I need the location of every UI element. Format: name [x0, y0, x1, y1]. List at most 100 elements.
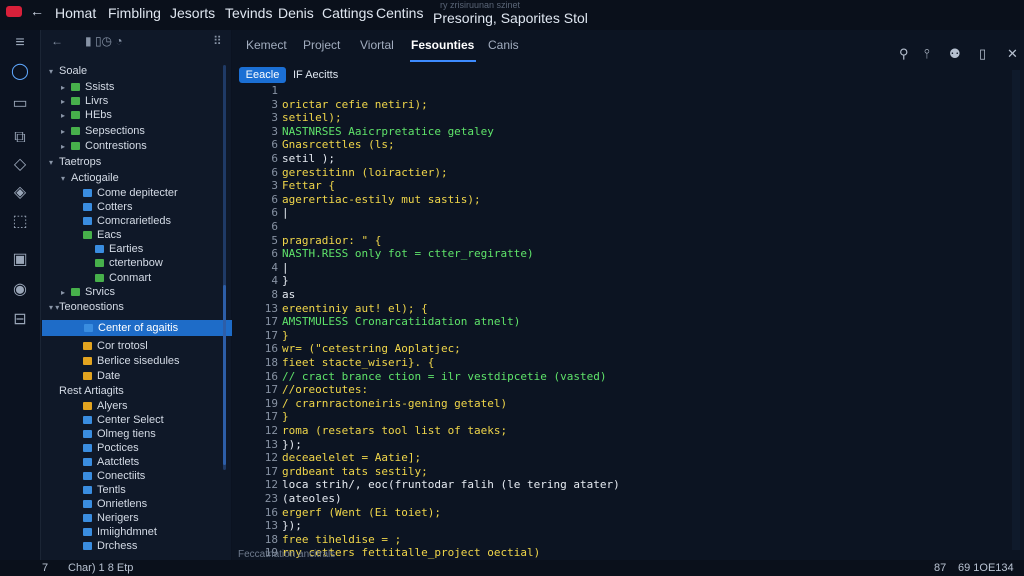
- breadcrumb-badge[interactable]: Eeacle: [239, 67, 286, 83]
- tree-item[interactable]: Cor trotosl: [41, 339, 148, 353]
- code-line[interactable]: 8 as: [232, 288, 1002, 302]
- tree-item[interactable]: Drchess: [41, 539, 137, 553]
- tree-item[interactable]: ▾ Taetrops: [41, 155, 101, 169]
- chevron-icon[interactable]: ▸: [61, 140, 71, 154]
- settings-icon[interactable]: ◉: [10, 280, 30, 300]
- code-line[interactable]: 12 deceaelelet = Aatie];: [232, 451, 1002, 465]
- search-icon[interactable]: ◯: [10, 62, 30, 82]
- code-line[interactable]: 6 gerestitinn (loiractier);: [232, 166, 1002, 180]
- chevron-icon[interactable]: ▸: [61, 109, 71, 123]
- tree-item[interactable]: ▸ Sepsections: [41, 124, 145, 138]
- code-line[interactable]: 3 NASTNRSES Aaicrpretatice getaley: [232, 125, 1002, 139]
- tree-item[interactable]: ctertenbow: [41, 256, 163, 270]
- tree-item[interactable]: Earties: [41, 242, 143, 256]
- tree-item[interactable]: Come depitecter: [41, 186, 178, 200]
- tree-item[interactable]: ▸ Srvics: [41, 285, 115, 299]
- code-line[interactable]: 13});: [232, 519, 1002, 533]
- code-line[interactable]: 23 (ateoles): [232, 492, 1002, 506]
- code-line[interactable]: 13});: [232, 438, 1002, 452]
- code-line[interactable]: 13 ereentiniy aut! el); {: [232, 302, 1002, 316]
- extensions-icon[interactable]: ⧉: [10, 128, 30, 148]
- tree-item[interactable]: Conmart: [41, 271, 151, 285]
- tree-item[interactable]: Cotters: [41, 200, 132, 214]
- code-line[interactable]: 5 pragradior: " {: [232, 234, 1002, 248]
- sidebar-more-icon[interactable]: ⠿: [213, 34, 222, 48]
- split-icon[interactable]: ⫯: [924, 46, 930, 62]
- tree-item[interactable]: Poctices: [41, 441, 139, 455]
- explorer-icon[interactable]: ▭: [10, 94, 30, 114]
- tree-item[interactable]: Imiighdmnet: [41, 525, 157, 539]
- tree-item[interactable]: Alyers: [41, 399, 128, 413]
- back-arrow-icon[interactable]: ←: [30, 3, 44, 19]
- menu-item-3[interactable]: Jesorts: [170, 5, 215, 21]
- chevron-icon[interactable]: ▾: [61, 172, 71, 186]
- code-line[interactable]: 16 // cract brance ction = ilr vestdipce…: [232, 370, 1002, 384]
- status-right[interactable]: 69 1OE134: [958, 562, 1014, 574]
- chevron-icon[interactable]: ▾: [49, 156, 59, 170]
- tab-2[interactable]: Project: [303, 38, 340, 52]
- code-line[interactable]: 1: [232, 84, 1002, 98]
- code-line[interactable]: 12 roma (resetars tool list of taeks;: [232, 424, 1002, 438]
- close-icon[interactable]: ✕: [1007, 46, 1018, 62]
- code-line[interactable]: 6 Gnasrcettles (ls;: [232, 138, 1002, 152]
- code-line[interactable]: 18 free tiheldise = ;: [232, 533, 1002, 547]
- code-line[interactable]: 3 orictar cefie netiri);: [232, 98, 1002, 112]
- tree-item[interactable]: ▾ ▾Teoneostions: [41, 300, 124, 314]
- code-line[interactable]: 4 }: [232, 274, 1002, 288]
- tree-item[interactable]: ▸ Contrestions: [41, 139, 147, 153]
- tree-item[interactable]: Tentls: [41, 483, 126, 497]
- tree-item[interactable]: Olmeg tiens: [41, 427, 156, 441]
- code-line[interactable]: 4 |: [232, 261, 1002, 275]
- tree-item-selected[interactable]: Center of agaitis: [42, 320, 261, 336]
- code-line[interactable]: 16 ergerf (Went (Ei toiet);: [232, 506, 1002, 520]
- menu-item-6[interactable]: Cattings: [322, 5, 373, 21]
- tree-item[interactable]: Eacs: [41, 228, 121, 242]
- tree-item[interactable]: Nerigers: [41, 511, 139, 525]
- code-line[interactable]: 17 }: [232, 329, 1002, 343]
- tab-active[interactable]: Fesounties: [411, 38, 474, 52]
- code-line[interactable]: 6 agerertiac-estily mut sastis);: [232, 193, 1002, 207]
- tree-item[interactable]: Onrietlens: [41, 497, 147, 511]
- code-line[interactable]: 3 Fettar {: [232, 179, 1002, 193]
- tab-5[interactable]: Canis: [488, 38, 519, 52]
- search-icon[interactable]: ⚲: [899, 46, 909, 62]
- menu-item-7[interactable]: Centins: [376, 5, 423, 21]
- chevron-icon[interactable]: ▾ ▾: [49, 301, 59, 315]
- code-line[interactable]: 17 grdbeant tats sestily;: [232, 465, 1002, 479]
- code-line[interactable]: 17 AMSTMULESS Cronarcatiidation atnelt): [232, 315, 1002, 329]
- chevron-icon[interactable]: ▸: [61, 125, 71, 139]
- tree-item[interactable]: Rest Artiagits: [41, 384, 124, 398]
- sidebar-actions-icons[interactable]: ▮ ▯◷ ◔: [85, 34, 123, 48]
- tree-item[interactable]: ▸ HEbs: [41, 108, 112, 122]
- editor-scrollbar[interactable]: [1012, 70, 1020, 550]
- remote-icon[interactable]: ⬚: [10, 212, 30, 232]
- code-line[interactable]: 17 }: [232, 410, 1002, 424]
- menu-item-1[interactable]: Homat: [55, 5, 96, 21]
- code-line[interactable]: 12 loca strih/, eoc(fruntodar falih (le …: [232, 478, 1002, 492]
- code-line[interactable]: 19 rny cetters fettitalle_project oectial…: [232, 546, 1002, 560]
- chevron-icon[interactable]: ▸: [61, 95, 71, 109]
- code-line[interactable]: 19 / crarnractoneiris-gening getatel): [232, 397, 1002, 411]
- code-line[interactable]: 6 NASTH.RESS only fot = ctter_regiratte): [232, 247, 1002, 261]
- tree-item[interactable]: Conectiits: [41, 469, 145, 483]
- panel-icon[interactable]: ▯: [979, 46, 986, 62]
- source-control-icon[interactable]: ◇: [10, 155, 30, 175]
- chevron-icon[interactable]: ▸: [61, 81, 71, 95]
- chevron-icon[interactable]: ▾: [49, 65, 59, 79]
- code-line[interactable]: 6 |: [232, 206, 1002, 220]
- tree-item[interactable]: Comcrarietleds: [41, 214, 171, 228]
- tree-item[interactable]: Aatctlets: [41, 455, 139, 469]
- terminal-icon[interactable]: ▣: [10, 250, 30, 270]
- menu-item-4[interactable]: Tevinds: [225, 5, 272, 21]
- tree-item[interactable]: Berlice sisedules: [41, 354, 180, 368]
- code-line[interactable]: 6 setil );: [232, 152, 1002, 166]
- menu-item-5[interactable]: Denis: [278, 5, 314, 21]
- book-icon[interactable]: ⊟: [10, 310, 30, 330]
- code-line[interactable]: 17 //oreoctutes:: [232, 383, 1002, 397]
- sidebar-back-icon[interactable]: ←: [51, 34, 63, 48]
- code-line[interactable]: 6: [232, 220, 1002, 234]
- tree-item[interactable]: ▾ Soale: [41, 64, 87, 78]
- tree-item[interactable]: ▾ Actiogaile: [41, 171, 119, 185]
- tree-item[interactable]: ▸ Ssists: [41, 80, 114, 94]
- code-line[interactable]: 3 setilel);: [232, 111, 1002, 125]
